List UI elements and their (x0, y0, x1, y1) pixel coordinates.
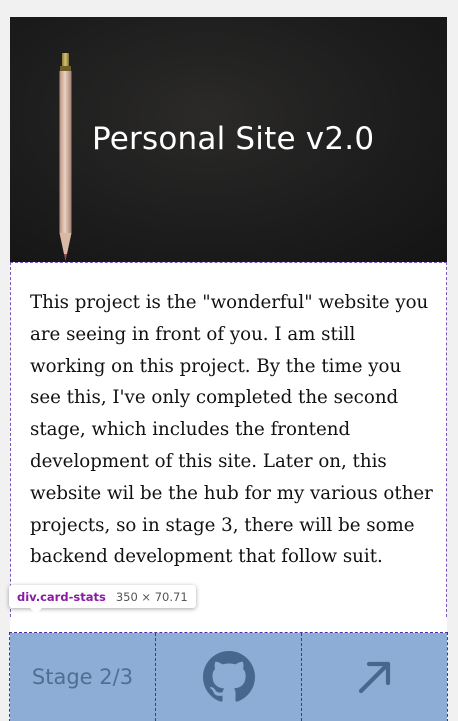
card-body: This project is the "wonderful" website … (10, 262, 447, 617)
github-link[interactable] (156, 633, 302, 721)
card-image: Personal Site v2.0 (10, 17, 447, 262)
card-stats: Stage 2/3 (9, 632, 448, 721)
card-description: This project is the "wonderful" website … (30, 292, 433, 568)
stage-label: Stage 2/3 (31, 665, 134, 689)
pencil-image (59, 53, 72, 261)
inspect-tag-name: div.card-stats (17, 589, 106, 604)
stage-stat: Stage 2/3 (10, 633, 156, 721)
tooltip-arrow (29, 607, 43, 614)
inspect-dimensions: 350 × 70.71 (115, 589, 188, 604)
devtools-inspect-tooltip: div.card-stats 350 × 70.71 (9, 585, 196, 614)
external-link[interactable] (302, 633, 447, 721)
github-icon (202, 651, 255, 702)
arrow-up-right-icon (358, 661, 390, 694)
card-title: Personal Site v2.0 (92, 121, 375, 157)
